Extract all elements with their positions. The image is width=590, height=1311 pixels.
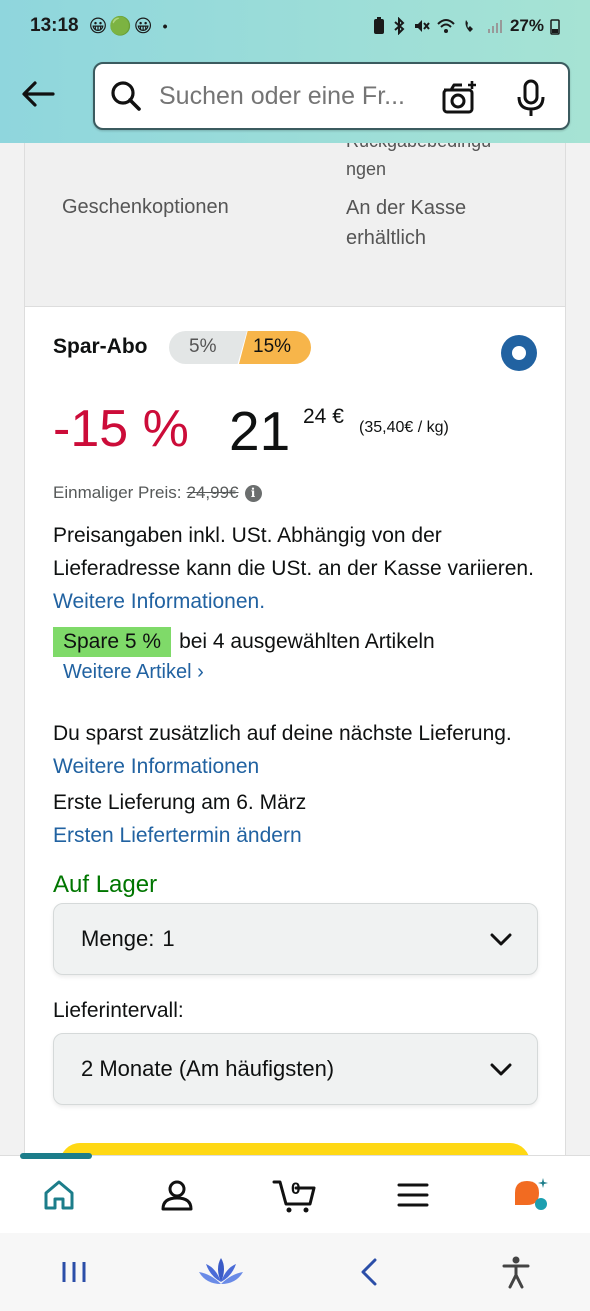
- subscribe-title: Spar-Abo: [53, 335, 148, 358]
- interval-label: Lieferintervall:: [53, 999, 184, 1022]
- nav-rufus[interactable]: [501, 1165, 561, 1225]
- chevron-down-icon: [490, 933, 512, 946]
- nav-home[interactable]: [29, 1165, 89, 1225]
- subscribe-save-card[interactable]: Spar-Abo 5% 15% -15 % 21 24 € (35,40€ / …: [24, 306, 566, 1155]
- unit-price: (35,40€ / kg): [359, 419, 449, 436]
- quantity-value: 1: [162, 926, 175, 951]
- radio-selected-dot: [512, 346, 526, 360]
- stock-status: Auf Lager: [53, 871, 158, 898]
- info-icon[interactable]: i: [244, 484, 262, 502]
- savings-badge: Spare 5 %: [53, 627, 172, 657]
- arrow-left-icon: [22, 81, 55, 107]
- price-whole: 21: [229, 400, 291, 462]
- savings-text: bei 4 ausgewählten Artikeln: [179, 630, 435, 653]
- bluetooth-icon: [394, 17, 405, 35]
- change-delivery-link[interactable]: Ersten Liefertermin ändern: [53, 824, 302, 848]
- return-policy-value: Rückgabebedingu: [346, 143, 491, 152]
- notification-emoji: 🟢: [109, 15, 132, 36]
- microphone-icon[interactable]: [514, 78, 548, 118]
- battery-level: 27%: [509, 16, 544, 35]
- system-navigation: [0, 1233, 590, 1311]
- gift-options-value: An der Kasse erhältlich: [346, 197, 467, 249]
- recent-apps-button[interactable]: [44, 1242, 104, 1302]
- product-info-table: Rückgabebedingu ngen Geschenkoptionen An…: [24, 143, 566, 306]
- extra-savings-link[interactable]: Weitere Informationen: [53, 755, 259, 778]
- home-system-button[interactable]: [191, 1242, 251, 1302]
- cart-count: 0: [291, 1178, 301, 1198]
- one-time-price-value: 24,99€: [186, 483, 239, 502]
- tax-notice: Preisangaben inkl. USt. Abhängig von der…: [53, 519, 539, 618]
- search-bar[interactable]: [93, 62, 570, 130]
- back-system-button[interactable]: [339, 1242, 399, 1302]
- tier-5-percent: 5%: [169, 331, 247, 364]
- status-time: 13:18: [30, 15, 79, 36]
- interval-value: 2 Monate (Am häufigsten): [81, 1056, 335, 1081]
- tax-notice-text: Preisangaben inkl. USt. Abhängig von der…: [53, 524, 534, 580]
- product-content: Rückgabebedingu ngen Geschenkoptionen An…: [0, 143, 590, 1155]
- bundle-savings: Spare 5 % bei 4 ausgewählten Artikeln: [53, 627, 435, 657]
- accessibility-icon: [502, 1256, 530, 1289]
- chevron-left-icon: [361, 1258, 377, 1286]
- wifi-calling-icon: [465, 20, 473, 32]
- user-icon: [161, 1180, 193, 1210]
- active-tab-indicator: [20, 1153, 92, 1159]
- tier-15-percent: 15%: [239, 331, 311, 364]
- tax-more-info-link[interactable]: Weitere Informationen.: [53, 590, 265, 613]
- back-button[interactable]: [16, 72, 60, 116]
- first-delivery-date: Erste Lieferung am 6. März: [53, 791, 307, 814]
- battery-saver-icon: [373, 17, 384, 34]
- quantity-dropdown[interactable]: Menge: 1: [53, 903, 538, 975]
- extra-savings-notice: Du sparst zusätzlich auf deine nächste L…: [53, 717, 543, 783]
- notification-dot: •: [162, 18, 168, 34]
- add-to-cart-button[interactable]: [60, 1143, 530, 1155]
- battery-icon: [550, 19, 560, 35]
- menu-icon: [397, 1183, 429, 1206]
- chevron-down-icon: [490, 1063, 512, 1076]
- discount-percent: -15 %: [53, 400, 189, 458]
- return-policy-value-cont: ngen: [346, 159, 387, 179]
- status-bar: 13:18 😀 🟢 😀 • 27%: [0, 0, 590, 52]
- notification-emoji: 😀: [133, 15, 153, 36]
- lotus-icon: [199, 1258, 244, 1284]
- subscribe-radio[interactable]: [501, 335, 537, 371]
- extra-savings-text: Du sparst zusätzlich auf deine nächste L…: [53, 722, 512, 745]
- more-items-link[interactable]: Weitere Artikel ›: [63, 661, 204, 684]
- bottom-navigation: 0: [0, 1153, 590, 1233]
- discount-tier-pill: 5% 15%: [169, 331, 311, 364]
- camera-search-icon[interactable]: [440, 78, 480, 118]
- status-icons: 27%: [372, 16, 560, 36]
- app-header: 13:18 😀 🟢 😀 • 27%: [0, 0, 590, 143]
- one-time-price: Einmaliger Preis: 24,99€ i: [53, 483, 262, 503]
- wifi-icon: [437, 19, 455, 33]
- notification-emoji: 😀: [88, 15, 108, 36]
- mute-icon: [414, 20, 430, 32]
- nav-cart[interactable]: 0: [265, 1165, 325, 1225]
- recent-apps-icon: [62, 1262, 86, 1282]
- search-icon: [109, 78, 145, 114]
- nav-menu[interactable]: [383, 1165, 443, 1225]
- gift-options-label: Geschenkoptionen: [62, 196, 229, 218]
- signal-icon: [487, 20, 502, 33]
- one-time-price-label: Einmaliger Preis:: [53, 483, 182, 502]
- search-input[interactable]: [159, 81, 429, 111]
- quantity-label: Menge:: [81, 926, 155, 951]
- home-icon: [44, 1180, 74, 1209]
- price-fraction: 24 €: [303, 405, 344, 428]
- interval-dropdown[interactable]: 2 Monate (Am häufigsten): [53, 1033, 538, 1105]
- accessibility-button[interactable]: [486, 1242, 546, 1302]
- rufus-assistant-icon: [515, 1177, 548, 1210]
- nav-account[interactable]: [147, 1165, 207, 1225]
